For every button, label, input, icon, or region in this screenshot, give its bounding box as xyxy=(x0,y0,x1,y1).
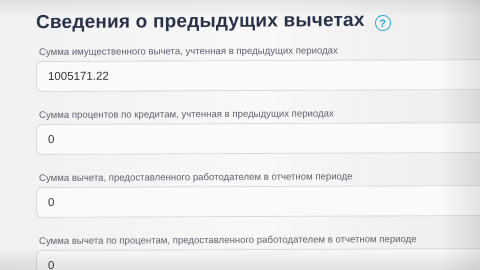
help-icon[interactable]: ? xyxy=(374,14,391,31)
employer-deduction-label: Сумма вычета, предоставленного работодат… xyxy=(38,171,353,184)
page: Сведения о предыдущих вычетах ? Сумма им… xyxy=(0,0,480,270)
loan-interest-input[interactable]: 0 xyxy=(35,122,480,155)
employer-deduction-input[interactable]: 0 xyxy=(35,185,480,218)
property-deduction-label: Сумма имущественного вычета, учтенная в … xyxy=(38,45,338,58)
property-deduction-input[interactable]: 1005171.22 xyxy=(35,59,480,92)
loan-interest-label: Сумма процентов по кредитам, учтенная в … xyxy=(38,108,334,121)
section-header: Сведения о предыдущих вычетах ? xyxy=(36,9,456,35)
section-title: Сведения о предыдущих вычетах xyxy=(36,9,365,34)
employer-interest-deduction-label: Сумма вычета по процентам, предоставленн… xyxy=(38,234,417,247)
employer-interest-deduction-input[interactable]: 0 xyxy=(35,248,480,270)
